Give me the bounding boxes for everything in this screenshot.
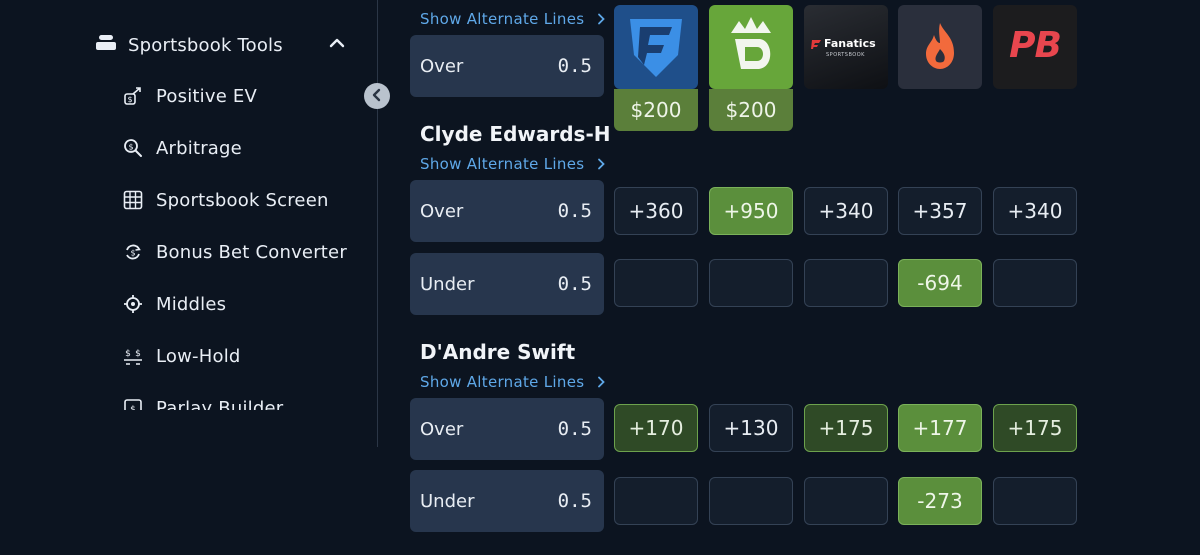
sidebar-divider (377, 0, 378, 447)
market-line-value: 0.5 (557, 55, 592, 77)
low-hold-icon: $ $ (122, 345, 144, 367)
arbitrage-icon: $ (122, 137, 144, 159)
odds-cell[interactable]: +177 (898, 404, 982, 452)
chevron-left-icon (370, 87, 384, 106)
sidebar-item-bonus-bet-converter[interactable]: $ Bonus Bet Converter (122, 234, 362, 270)
sidebar: Sportsbook Tools $ Positive EV $ Arbitra… (0, 0, 378, 555)
market-line-value: 0.5 (557, 200, 592, 222)
pointsbet-wordmark: PB (1009, 25, 1062, 66)
sidebar-item-label: Sportsbook Screen (156, 189, 329, 211)
market-side: Over (420, 418, 464, 440)
market-line-value: 0.5 (557, 273, 592, 295)
odds-cell[interactable] (993, 477, 1077, 525)
fanatics-sub: SPORTSBOOK (826, 52, 865, 58)
market-side: Over (420, 200, 464, 222)
pointsbet-logo[interactable]: PB (993, 5, 1077, 89)
odds-cell[interactable]: -273 (898, 477, 982, 525)
sidebar-item-label: Arbitrage (156, 137, 242, 159)
chevron-right-icon (596, 13, 606, 25)
chevron-right-icon (596, 158, 606, 170)
market-line-value: 0.5 (557, 490, 592, 512)
show-alternate-lines-link[interactable]: Show Alternate Lines (420, 373, 606, 391)
sidebar-item-parlay-builder[interactable]: $ Parlay Builder (122, 390, 362, 410)
alt-lines-label: Show Alternate Lines (420, 373, 585, 391)
odds-cell[interactable]: +950 (709, 187, 793, 235)
market-side: Over (420, 55, 464, 77)
market-line-value: 0.5 (557, 418, 592, 440)
collapse-sidebar-button[interactable] (364, 83, 390, 109)
show-alternate-lines-link[interactable]: Show Alternate Lines (420, 155, 606, 173)
svg-text:$: $ (128, 143, 133, 152)
market-line-over[interactable]: Over 0.5 (410, 398, 604, 460)
alt-lines-label: Show Alternate Lines (420, 155, 585, 173)
sidebar-item-low-hold[interactable]: $ $ Low-Hold (122, 338, 362, 374)
fanatics-logo[interactable]: Fanatics SPORTSBOOK (804, 5, 888, 89)
sidebar-item-sportsbook-screen[interactable]: Sportsbook Screen (122, 182, 362, 218)
market-line-under[interactable]: Under 0.5 (410, 253, 604, 315)
svg-text:$: $ (135, 349, 141, 359)
odds-cell[interactable] (804, 477, 888, 525)
sportsbook-tools-toggle[interactable]: Sportsbook Tools (94, 28, 350, 62)
svg-text:$: $ (125, 349, 131, 359)
fanduel-logo[interactable] (614, 5, 698, 89)
svg-text:$: $ (130, 405, 136, 410)
odds-cell[interactable]: +175 (993, 404, 1077, 452)
odds-cell[interactable] (993, 259, 1077, 307)
positive-ev-icon: $ (122, 85, 144, 107)
sidebar-item-label: Low-Hold (156, 345, 241, 367)
market-line-over[interactable]: Over 0.5 (410, 35, 604, 97)
odds-cell[interactable]: +340 (804, 187, 888, 235)
bonus-convert-icon: $ (122, 241, 144, 263)
odds-cell[interactable] (614, 259, 698, 307)
sportsbook-tools-label: Sportsbook Tools (128, 34, 283, 56)
flame-logo[interactable] (898, 5, 982, 89)
odds-cell[interactable]: +130 (709, 404, 793, 452)
market-line-over[interactable]: Over 0.5 (410, 180, 604, 242)
odds-cell[interactable] (709, 259, 793, 307)
sidebar-nav: Sportsbook Tools $ Positive EV $ Arbitra… (0, 0, 378, 410)
alt-lines-label: Show Alternate Lines (420, 10, 585, 28)
sidebar-item-middles[interactable]: Middles (122, 286, 362, 322)
player-name: Clyde Edwards-H... (420, 122, 610, 146)
sidebar-item-positive-ev[interactable]: $ Positive EV (122, 78, 362, 114)
sidebar-item-label: Positive EV (156, 85, 257, 107)
chevron-up-icon (328, 34, 346, 56)
odds-cell[interactable]: -694 (898, 259, 982, 307)
market-line-under[interactable]: Under 0.5 (410, 470, 604, 532)
parlay-icon: $ (122, 397, 144, 410)
show-alternate-lines-link[interactable]: Show Alternate Lines (420, 10, 606, 28)
odds-cell[interactable]: +340 (993, 187, 1077, 235)
grid-icon (122, 189, 144, 211)
sidebar-item-arbitrage[interactable]: $ Arbitrage (122, 130, 362, 166)
chevron-right-icon (596, 376, 606, 388)
target-icon (122, 293, 144, 315)
odds-cell[interactable] (804, 259, 888, 307)
player-name: D'Andre Swift (420, 340, 576, 364)
odds-cell[interactable] (709, 477, 793, 525)
market-side: Under (420, 490, 475, 512)
fanduel-promo: $200 (614, 89, 698, 131)
fanatics-wordmark: Fanatics (824, 37, 876, 50)
market-side: Under (420, 273, 475, 295)
odds-cell[interactable] (614, 477, 698, 525)
sidebar-item-label: Bonus Bet Converter (156, 241, 347, 263)
draftkings-promo: $200 (709, 89, 793, 131)
stack-icon (94, 33, 118, 57)
odds-cell[interactable]: +357 (898, 187, 982, 235)
odds-cell[interactable]: +170 (614, 404, 698, 452)
odds-cell[interactable]: +360 (614, 187, 698, 235)
svg-text:$: $ (127, 95, 132, 104)
odds-cell[interactable]: +175 (804, 404, 888, 452)
sidebar-item-label: Middles (156, 293, 227, 315)
sidebar-item-label: Parlay Builder (156, 397, 284, 411)
svg-text:$: $ (130, 249, 135, 258)
draftkings-logo[interactable] (709, 5, 793, 89)
